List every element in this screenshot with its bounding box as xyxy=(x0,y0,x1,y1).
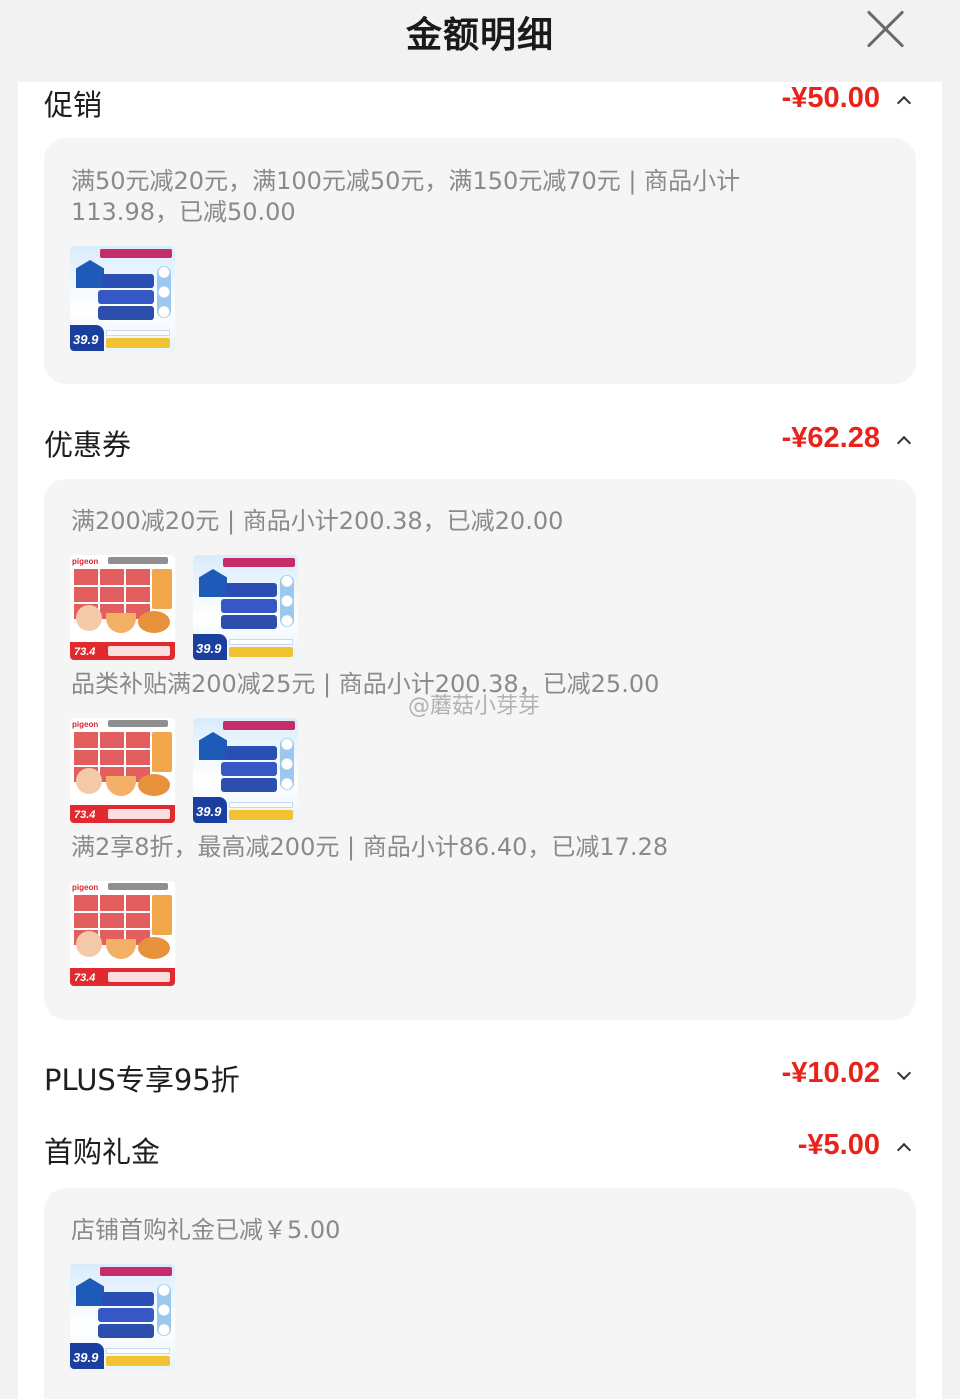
first-purchase-description: 店铺首购礼金已减￥5.00 xyxy=(71,1216,341,1244)
coupon-item-3: 满2享8折，最高减200元 | 商品小计86.40，已减17.28 xyxy=(71,833,669,861)
plus-discount-row[interactable]: PLUS专享95折 -¥10.02 xyxy=(44,1057,910,1097)
product-price: 73.4 xyxy=(74,809,96,821)
product-thumbnail-food[interactable]: pigeon 73.4 xyxy=(70,881,175,986)
product-thumbnail-wipes[interactable]: 39.9 xyxy=(70,1264,175,1369)
promotion-label: 促销 xyxy=(44,88,103,122)
brand-logo: pigeon xyxy=(72,557,99,566)
coupon-amount: -¥62.28 xyxy=(781,422,880,454)
coupon-label: 优惠券 xyxy=(44,428,132,462)
promotion-amount: -¥50.00 xyxy=(781,82,880,114)
first-purchase-card: 店铺首购礼金已减￥5.00 39.9 xyxy=(44,1188,916,1399)
chevron-up-icon[interactable] xyxy=(896,434,910,448)
promotion-row[interactable]: 促销 -¥50.00 xyxy=(44,82,910,122)
product-price: 39.9 xyxy=(193,797,227,823)
product-thumbnail-food[interactable]: pigeon 73.4 xyxy=(70,555,175,660)
chevron-up-icon[interactable] xyxy=(896,94,910,108)
coupon-item-1: 满200减20元 | 商品小计200.38，已减20.00 xyxy=(71,507,564,535)
detail-sheet: 促销 -¥50.00 满50元减20元，满100元减50元，满150元减70元 … xyxy=(18,82,942,1399)
plus-discount-amount: -¥10.02 xyxy=(781,1057,880,1089)
product-price: 39.9 xyxy=(193,634,227,660)
plus-discount-label: PLUS专享95折 xyxy=(44,1063,240,1097)
product-thumbnail-wipes[interactable]: 39.9 xyxy=(193,718,298,823)
brand-logo: pigeon xyxy=(72,720,99,729)
coupon-row[interactable]: 优惠券 -¥62.28 xyxy=(44,422,910,462)
product-price: 73.4 xyxy=(74,646,96,658)
first-purchase-label: 首购礼金 xyxy=(44,1135,161,1169)
first-purchase-row[interactable]: 首购礼金 -¥5.00 xyxy=(44,1129,910,1169)
product-thumbnail-wipes[interactable]: 39.9 xyxy=(70,246,175,351)
product-price: 73.4 xyxy=(74,972,96,984)
product-thumbnail-wipes[interactable]: 39.9 xyxy=(193,555,298,660)
promotion-card: 满50元减20元，满100元减50元，满150元减70元 | 商品小计113.9… xyxy=(44,138,916,384)
header-bar: 金额明细 xyxy=(0,0,960,82)
watermark: @蘑菇小芽芽 xyxy=(408,694,541,719)
chevron-down-icon[interactable] xyxy=(896,1069,910,1083)
brand-logo: pigeon xyxy=(72,883,99,892)
page-title: 金额明细 xyxy=(405,15,554,56)
close-icon[interactable] xyxy=(866,10,904,48)
coupon-card: 满200减20元 | 商品小计200.38，已减20.00 pigeon 73.… xyxy=(44,479,916,1020)
product-thumbnail-food[interactable]: pigeon 73.4 xyxy=(70,718,175,823)
chevron-up-icon[interactable] xyxy=(896,1141,910,1155)
product-price: 39.9 xyxy=(70,1343,104,1369)
product-price: 39.9 xyxy=(70,325,104,351)
first-purchase-amount: -¥5.00 xyxy=(797,1129,880,1161)
promotion-description: 满50元减20元，满100元减50元，满150元减70元 | 商品小计113.9… xyxy=(71,167,741,226)
